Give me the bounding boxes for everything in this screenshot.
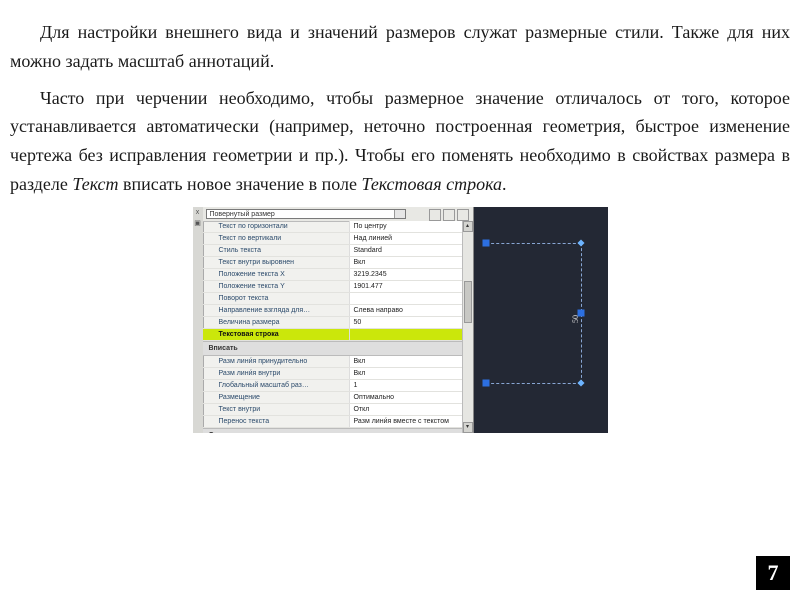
- dim-arrow: [577, 379, 584, 386]
- property-value[interactable]: 1901.477: [349, 281, 473, 292]
- property-label: Размещение: [203, 392, 349, 403]
- property-label: Перенос текста: [203, 416, 349, 427]
- scroll-up-icon[interactable]: ▴: [463, 221, 473, 232]
- property-row[interactable]: Разм лини́я внутриВкл: [203, 368, 473, 380]
- property-label: Глобальный масштаб раз…: [203, 380, 349, 391]
- property-section-header[interactable]: Основные единицы: [203, 428, 473, 433]
- property-value[interactable]: [349, 329, 473, 340]
- property-value[interactable]: Standard: [349, 245, 473, 256]
- page-number: 7: [756, 556, 790, 590]
- properties-screenshot: 50 x ▣ Повернутый размер Текст по горизо…: [193, 207, 608, 433]
- property-label: Направление взгляда для…: [203, 305, 349, 316]
- property-row[interactable]: Величина размера50: [203, 317, 473, 329]
- dim-arrow: [577, 239, 584, 246]
- drawing-canvas: 50: [473, 207, 608, 433]
- combo-text: Повернутый размер: [210, 211, 275, 218]
- property-value[interactable]: 1: [349, 380, 473, 391]
- properties-panel: x ▣ Повернутый размер Текст по горизонта…: [193, 207, 474, 433]
- property-label: Текстовая строка: [203, 329, 349, 340]
- pickadd-button[interactable]: [443, 209, 455, 221]
- property-value[interactable]: Разм лини́я вместе с текстом: [349, 416, 473, 427]
- property-row[interactable]: Текст по горизонталиПо центру: [203, 221, 473, 233]
- p2-text-c: .: [502, 174, 507, 194]
- object-type-combobox[interactable]: Повернутый размер: [206, 209, 406, 219]
- property-row[interactable]: Разм лини́я принудительноВкл: [203, 356, 473, 368]
- property-value[interactable]: Откл: [349, 404, 473, 415]
- property-value[interactable]: 50: [349, 317, 473, 328]
- property-value[interactable]: Слева направо: [349, 305, 473, 316]
- quick-select-button[interactable]: [429, 209, 441, 221]
- property-label: Разм лини́я принудительно: [203, 356, 349, 367]
- property-value[interactable]: Над линией: [349, 233, 473, 244]
- property-row[interactable]: Перенос текстаРазм лини́я вместе с текст…: [203, 416, 473, 428]
- property-row[interactable]: Положение текста X3219.2345: [203, 269, 473, 281]
- scroll-down-icon[interactable]: ▾: [463, 422, 473, 433]
- dim-grip: [482, 379, 489, 386]
- property-label: Величина размера: [203, 317, 349, 328]
- property-label: Стиль текста: [203, 245, 349, 256]
- property-label: Поворот текста: [203, 293, 349, 304]
- paragraph-2: Часто при черчении необходимо, чтобы раз…: [10, 84, 790, 199]
- p2-text-b: вписать новое значение в поле: [118, 174, 361, 194]
- property-value[interactable]: По центру: [349, 221, 473, 232]
- chevron-down-icon: [394, 210, 405, 218]
- property-label: Положение текста X: [203, 269, 349, 280]
- property-value[interactable]: 3219.2345: [349, 269, 473, 280]
- property-label: Положение текста Y: [203, 281, 349, 292]
- property-row[interactable]: Глобальный масштаб раз…1: [203, 380, 473, 392]
- property-label: Разм лини́я внутри: [203, 368, 349, 379]
- property-section-header[interactable]: Вписать: [203, 341, 473, 356]
- property-row[interactable]: Текстовая строка: [203, 329, 473, 341]
- property-row[interactable]: Положение текста Y1901.477: [203, 281, 473, 293]
- panel-scrollbar[interactable]: ▴ ▾: [462, 221, 473, 433]
- property-row[interactable]: Текст внутриОткл: [203, 404, 473, 416]
- property-value[interactable]: Оптимально: [349, 392, 473, 403]
- property-label: Текст по вертикали: [203, 233, 349, 244]
- property-row[interactable]: Стиль текстаStandard: [203, 245, 473, 257]
- property-value[interactable]: [349, 293, 473, 304]
- property-value[interactable]: Вкл: [349, 368, 473, 379]
- p2-italic-2: Текстовая строка: [361, 174, 502, 194]
- property-row[interactable]: РазмещениеОптимально: [203, 392, 473, 404]
- p2-italic-1: Текст: [72, 174, 118, 194]
- property-value[interactable]: Вкл: [349, 356, 473, 367]
- property-row[interactable]: Текст внутри выровненВкл: [203, 257, 473, 269]
- property-label: Текст по горизонтали: [203, 221, 349, 232]
- property-row[interactable]: Направление взгляда для…Слева направо: [203, 305, 473, 317]
- property-row[interactable]: Поворот текста: [203, 293, 473, 305]
- property-row[interactable]: Текст по вертикалиНад линией: [203, 233, 473, 245]
- paragraph-1: Для настройки внешнего вида и значений р…: [10, 18, 790, 76]
- select-objects-button[interactable]: [457, 209, 469, 221]
- property-value[interactable]: Вкл: [349, 257, 473, 268]
- property-label: Текст внутри: [203, 404, 349, 415]
- dimension-value: 50: [570, 315, 583, 323]
- dim-grip: [482, 239, 489, 246]
- scroll-thumb[interactable]: [464, 281, 472, 323]
- property-label: Текст внутри выровнен: [203, 257, 349, 268]
